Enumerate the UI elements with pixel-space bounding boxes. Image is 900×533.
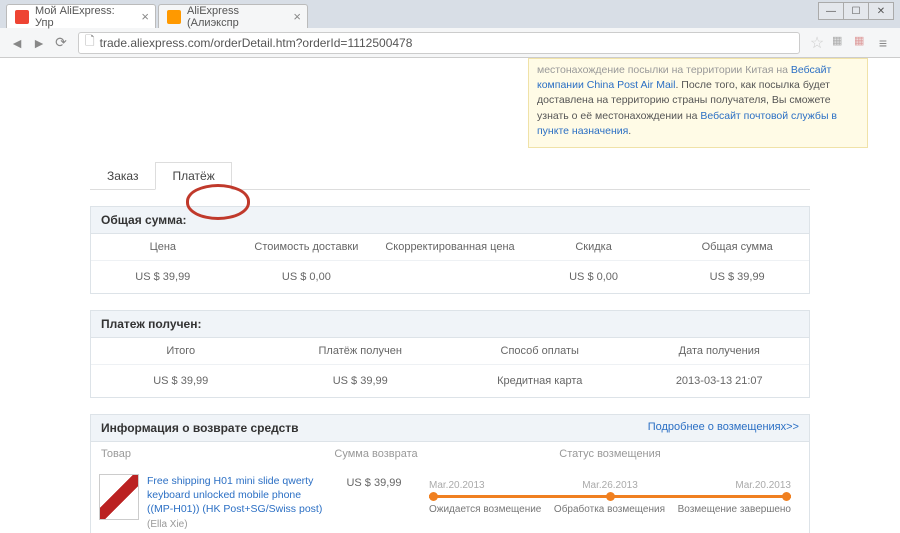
tab-title: Мой AliExpress: Упр: [35, 5, 133, 29]
refund-amount: US $ 39,99: [329, 474, 419, 533]
timeline-date: Mar.20.2013: [429, 480, 485, 491]
tab-close-icon[interactable]: ×: [293, 10, 301, 23]
browser-tab-1[interactable]: AliExpress (Алиэкспр ×: [158, 4, 308, 28]
panel-refund-info: Информация о возврате средств Подробнее …: [90, 414, 810, 533]
col-status: Статус возмещения: [421, 448, 799, 460]
forward-button[interactable]: ►: [28, 32, 50, 54]
url-input[interactable]: 🗋 trade.aliexpress.com/orderDetail.htm?o…: [78, 32, 800, 54]
col-total: Общая сумма: [665, 234, 809, 260]
val-method: Кредитная карта: [450, 365, 630, 397]
timeline-dot: [606, 492, 615, 501]
val-total: US $ 39,99: [665, 261, 809, 293]
refund-timeline: Mar.20.2013 Mar.26.2013 Mar.20.2013 Ожид…: [419, 474, 801, 533]
reload-button[interactable]: ⟳: [50, 32, 72, 54]
val-shipping: US $ 0,00: [235, 261, 379, 293]
col-sum: Итого: [91, 338, 271, 364]
close-button[interactable]: ✕: [868, 2, 894, 20]
val-sum: US $ 39,99: [91, 365, 271, 397]
page-content: местонахождение посылки на территории Ки…: [0, 58, 900, 533]
timeline-stage: Обработка возмещения: [554, 504, 665, 515]
col-date: Дата получения: [630, 338, 810, 364]
val-received: US $ 39,99: [271, 365, 451, 397]
refund-row: Free shipping H01 mini slide qwerty keyb…: [91, 466, 809, 533]
extension-icon[interactable]: ▦: [854, 34, 872, 52]
panel-total: Общая сумма: Цена Стоимость доставки Ско…: [90, 206, 810, 294]
back-button[interactable]: ◄: [6, 32, 28, 54]
order-detail-tabs: Заказ Платёж: [90, 162, 810, 190]
extension-icon[interactable]: ▦: [832, 34, 850, 52]
col-amount: Сумма возврата: [331, 448, 421, 460]
tab-close-icon[interactable]: ×: [141, 10, 149, 23]
timeline-dot: [429, 492, 438, 501]
seller-name: (Ella Xie): [147, 519, 329, 530]
product-link[interactable]: Free shipping H01 mini slide qwerty keyb…: [147, 475, 322, 515]
panel-title: Информация о возврате средств: [101, 421, 299, 435]
browser-tab-0[interactable]: Мой AliExpress: Упр ×: [6, 4, 156, 28]
address-bar: ◄ ► ⟳ 🗋 trade.aliexpress.com/orderDetail…: [0, 28, 900, 58]
shipping-info-notice: местонахождение посылки на территории Ки…: [528, 58, 868, 148]
timeline-stage: Ожидается возмещение: [429, 504, 541, 515]
col-discount: Скидка: [522, 234, 666, 260]
timeline-date: Mar.26.2013: [582, 480, 638, 491]
val-date: 2013-03-13 21:07: [630, 365, 810, 397]
favicon: [167, 10, 181, 24]
col-product: Товар: [101, 448, 331, 460]
panel-payment-received: Платеж получен: Итого Платёж получен Спо…: [90, 310, 810, 398]
window-buttons: — ☐ ✕: [819, 2, 894, 20]
panel-title: Общая сумма:: [91, 207, 809, 234]
minimize-button[interactable]: —: [818, 2, 844, 20]
val-adjusted: [378, 261, 522, 293]
maximize-button[interactable]: ☐: [843, 2, 869, 20]
col-method: Способ оплаты: [450, 338, 630, 364]
browser-tab-bar: Мой AliExpress: Упр × AliExpress (Алиэкс…: [0, 0, 900, 28]
timeline-stage: Возмещение завершено: [678, 504, 791, 515]
globe-icon: 🗋: [85, 32, 95, 53]
menu-button[interactable]: ≡: [872, 32, 894, 54]
product-thumbnail[interactable]: [99, 474, 139, 520]
timeline-dot: [782, 492, 791, 501]
tab-title: AliExpress (Алиэкспр: [187, 5, 285, 29]
tab-payment[interactable]: Платёж: [155, 162, 231, 190]
tab-order[interactable]: Заказ: [90, 162, 155, 189]
val-discount: US $ 0,00: [522, 261, 666, 293]
timeline-date: Mar.20.2013: [735, 480, 791, 491]
col-price: Цена: [91, 234, 235, 260]
col-received: Платёж получен: [271, 338, 451, 364]
col-adjusted: Скорректированная цена: [378, 234, 522, 260]
url-text: trade.aliexpress.com/orderDetail.htm?ord…: [100, 36, 413, 50]
col-shipping: Стоимость доставки: [235, 234, 379, 260]
val-price: US $ 39,99: [91, 261, 235, 293]
refund-more-link[interactable]: Подробнее о возмещениях>>: [648, 421, 799, 435]
favicon: [15, 10, 29, 24]
bookmark-button[interactable]: ☆: [806, 32, 828, 54]
panel-title: Платеж получен:: [91, 311, 809, 338]
